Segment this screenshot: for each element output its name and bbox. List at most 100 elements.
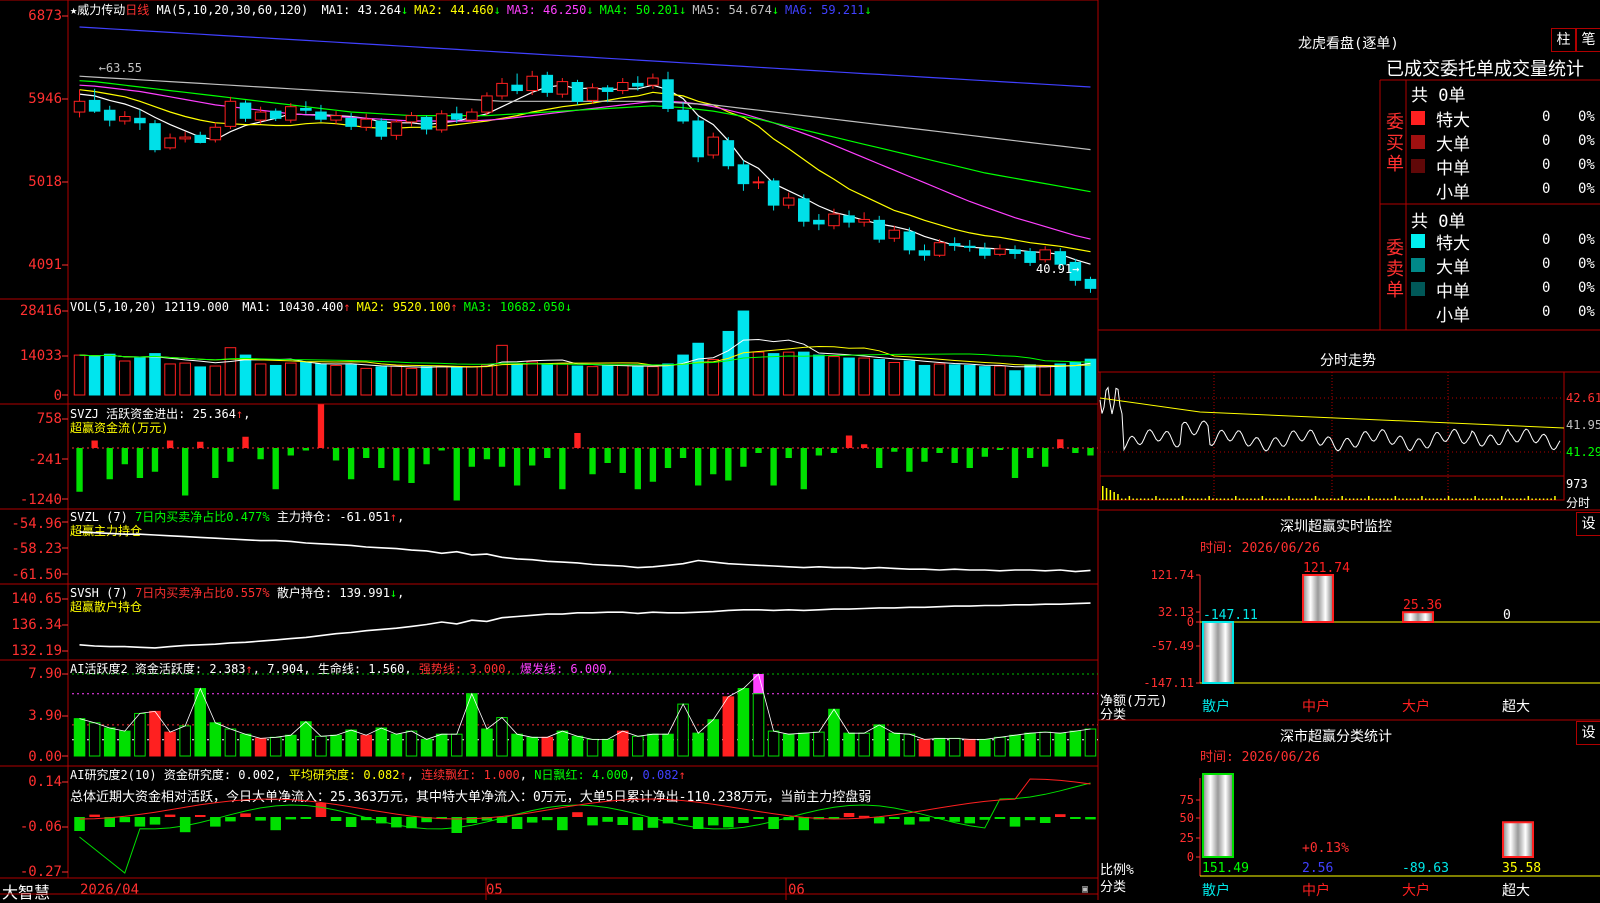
- intraday-vol-bar-83: [1417, 498, 1419, 500]
- svzj-bar-2: [106, 448, 113, 480]
- intraday-vol-bar-19: [1174, 498, 1176, 500]
- intraday-vol-bar-86: [1428, 498, 1431, 500]
- intraday-vol-bar-112: [1527, 496, 1530, 500]
- svzj-bar-6: [166, 440, 174, 448]
- intraday-price-line: [1099, 386, 1561, 452]
- intraday-vol-bar-119: [1554, 496, 1556, 500]
- candle-body-45: [752, 181, 765, 184]
- svzj-bar-36: [619, 448, 626, 473]
- svzj-bar-17: [332, 448, 340, 461]
- ai2-bar-64: [1039, 817, 1051, 823]
- svzj-bar-30: [529, 448, 536, 466]
- ai1-bar-49: [813, 731, 825, 757]
- svzj-bar-18: [347, 448, 355, 480]
- intraday-vol-bar-16: [1162, 498, 1165, 500]
- vol-bar-36: [616, 364, 629, 396]
- ai1-bar-16: [315, 735, 327, 757]
- ai1-bar-59: [963, 738, 976, 757]
- intraday-vol-bar-29: [1212, 498, 1214, 500]
- intraday-vol-bar-79: [1402, 498, 1404, 500]
- vol-bar-42: [707, 359, 720, 396]
- st-bar-value-3: 35.58: [1502, 861, 1541, 876]
- intraday-vol-bar-100: [1482, 498, 1484, 500]
- intraday-vol-bar-52: [1299, 498, 1302, 500]
- sz-bar-2: [1403, 612, 1433, 622]
- candle-body-9: [209, 126, 222, 141]
- ai2-bar-4: [134, 817, 146, 827]
- candle-body-37: [632, 82, 644, 87]
- intraday-vol-bar-68: [1360, 498, 1362, 500]
- ai2-bar-54: [889, 817, 900, 819]
- intraday-vol-bar-91: [1447, 496, 1450, 500]
- candle-body-17: [330, 115, 342, 121]
- ai1-bar-31: [541, 736, 554, 757]
- intraday-vol-bar-64: [1345, 498, 1347, 500]
- vol-bar-37: [632, 365, 644, 396]
- vol-bar-66: [1069, 361, 1082, 396]
- svzj-bar-21: [393, 448, 400, 481]
- ai2-bar-10: [225, 817, 236, 822]
- svzj-bar-10: [227, 448, 234, 462]
- ai1-bar-37: [632, 735, 644, 757]
- ai2-bar-56: [919, 817, 930, 822]
- intraday-vol-bar-61: [1333, 498, 1336, 500]
- vol-bar-16: [315, 363, 327, 396]
- intraday-vol-bar-56: [1314, 496, 1317, 500]
- svzj-bar-61: [996, 448, 1004, 450]
- candle-body-10: [224, 100, 237, 127]
- svzj-bar-1: [91, 440, 98, 448]
- ai1-bar-10: [224, 728, 237, 757]
- intraday-vol-bar-114: [1535, 498, 1537, 500]
- ai2-bar-6: [164, 814, 176, 817]
- ai1-bar-56: [918, 738, 931, 757]
- intraday-vol-bar-7: [1128, 496, 1131, 500]
- ai1-bar-45: [752, 693, 765, 757]
- ai1-bar-17: [330, 734, 342, 757]
- candle-body-62: [1009, 249, 1021, 254]
- ai2-bar-42: [707, 817, 719, 826]
- ai2-bar-43: [723, 817, 734, 828]
- svzj-bar-9: [212, 448, 219, 478]
- ai2-bar-13: [270, 817, 281, 831]
- ai1-bar-23: [420, 738, 433, 757]
- intraday-vol-bar-28: [1208, 496, 1210, 500]
- svzj-bar-13: [272, 448, 279, 490]
- candle-body-2: [103, 109, 116, 121]
- vol-bar-46: [767, 353, 780, 396]
- intraday-vol-bar-44: [1269, 498, 1271, 500]
- ai2-bar-31: [541, 817, 553, 821]
- svzj-bar-31: [544, 448, 551, 458]
- sz-tick-label-0: 121.74: [1151, 568, 1194, 582]
- candle-body-48: [797, 198, 810, 222]
- candle-body-42: [707, 136, 720, 156]
- candle-body-61: [994, 248, 1006, 255]
- candle-body-50: [828, 213, 840, 227]
- ai1-bar-33: [571, 735, 584, 757]
- svzj-bar-39: [664, 448, 672, 468]
- intraday-vol-bar-30: [1216, 498, 1218, 500]
- ai1-bar-38: [647, 733, 659, 757]
- intraday-vol-bar-46: [1276, 498, 1279, 500]
- ai2-red-line: [79, 778, 1091, 820]
- ai2-bar-53: [873, 817, 885, 824]
- candle-body-6: [164, 137, 176, 149]
- sz-bar-label-2: 25.36: [1403, 598, 1442, 613]
- intraday-vol-bar-108: [1512, 498, 1514, 500]
- ai1-bar-29: [511, 733, 523, 757]
- intraday-vol-bar-117: [1546, 498, 1549, 500]
- ai2-bar-66: [1070, 817, 1081, 819]
- intraday-vol-bar-21: [1181, 496, 1184, 500]
- svsh-line: [79, 602, 1091, 649]
- ai1-bar-43: [722, 696, 735, 757]
- vol-bar-2: [103, 353, 116, 396]
- vol-bar-43: [722, 330, 735, 396]
- intraday-vol-bar-18: [1170, 498, 1172, 500]
- svzj-bar-12: [257, 448, 264, 460]
- vol-bar-31: [541, 363, 554, 396]
- intraday-vol-bar-103: [1493, 498, 1495, 500]
- intraday-vol-bar-12: [1147, 498, 1150, 500]
- intraday-vol-bar-57: [1318, 498, 1321, 500]
- chart-canvas[interactable]: ←63.5540.91→121.7432.130-57.49-147.11-14…: [0, 0, 1600, 900]
- ai2-bar-34: [587, 817, 598, 826]
- candle-body-36: [616, 82, 629, 92]
